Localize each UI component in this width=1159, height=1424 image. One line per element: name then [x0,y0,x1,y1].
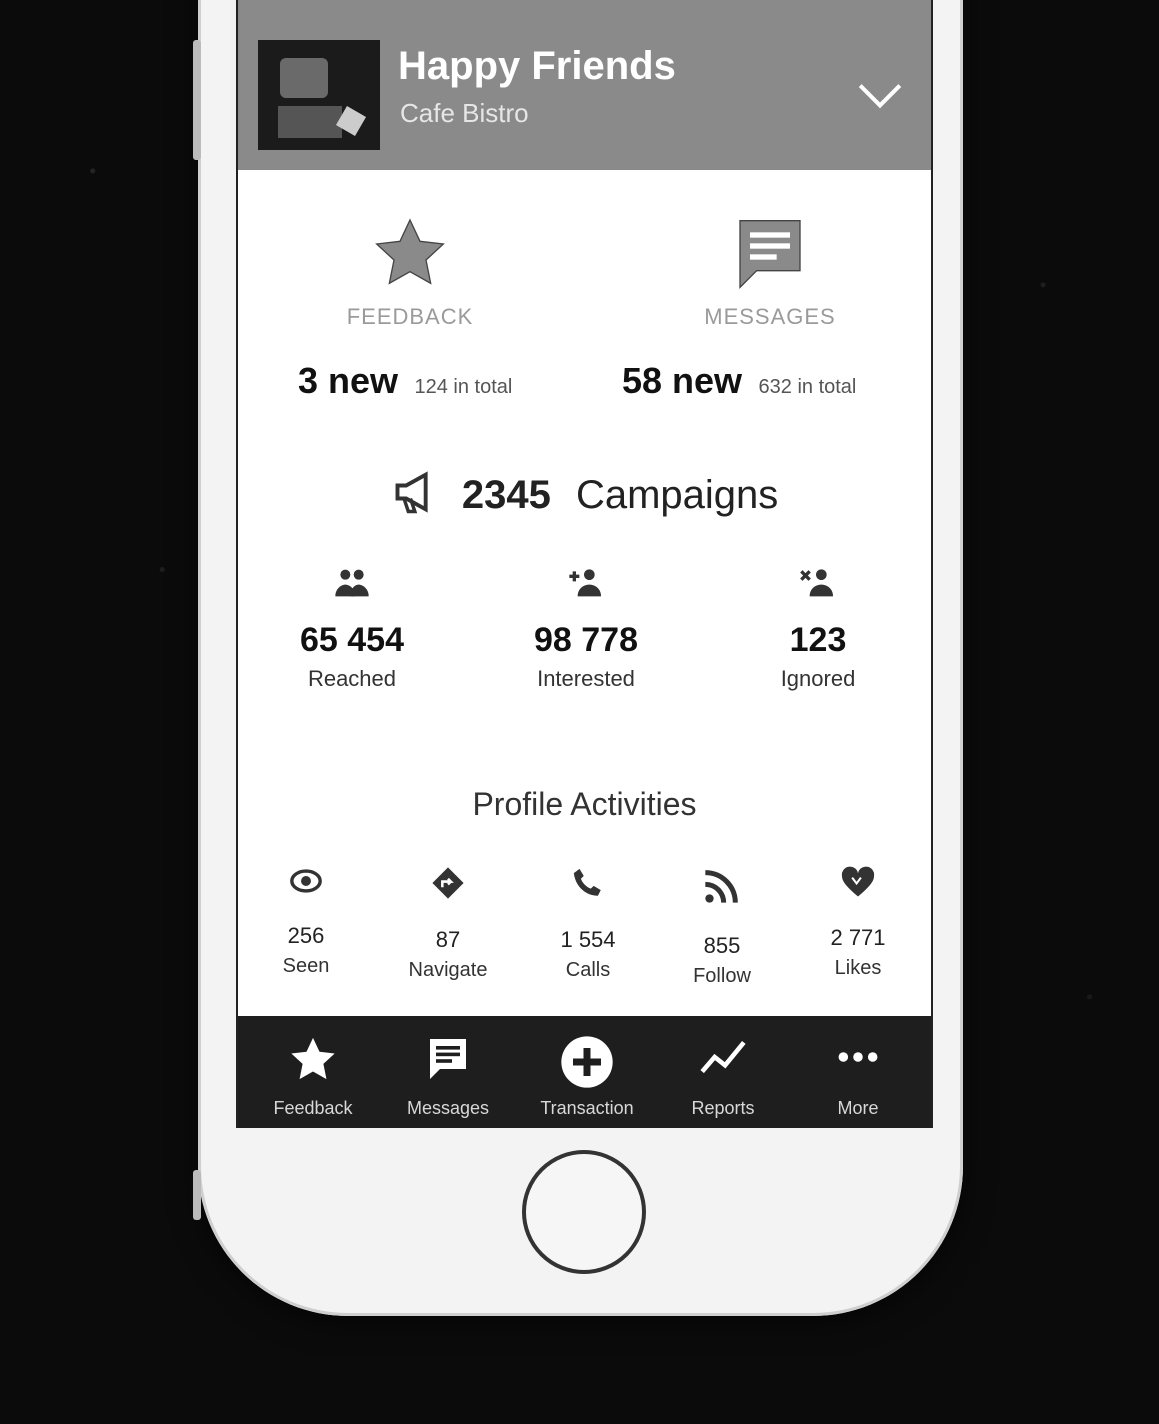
volume-button [193,40,201,160]
seen-value: 256 [287,923,325,948]
rss-icon [705,870,738,903]
messages-stat[interactable]: MESSAGES [690,214,850,330]
more-dots-icon [838,1052,878,1062]
interested-value: 98 778 [534,621,638,659]
reached-value: 65 454 [300,621,404,659]
plus-circle-icon [561,1036,613,1088]
business-title: Happy Friends [398,44,676,88]
feedback-total: 124 in total [414,376,513,398]
tab-more-label: More [837,1098,879,1118]
app-header: Happy Friends Cafe Bistro [238,0,931,170]
tab-feedback-label: Feedback [273,1098,353,1118]
campaigns-label: Campaigns [575,473,779,517]
tab-transaction-label: Transaction [540,1098,634,1118]
reached-label: Reached [307,666,397,691]
messages-total: 632 in total [758,376,857,398]
activity-likes[interactable]: 2 771 Likes [798,866,918,980]
ignored-value: 123 [789,621,847,659]
heart-icon [841,866,875,897]
activity-navigate[interactable]: 87 Navigate [388,866,508,982]
calls-value: 1 554 [560,927,616,952]
chevron-down-icon[interactable] [858,65,902,109]
feedback-new-count: 3 new [298,360,399,401]
app-screen: Happy Friends Cafe Bistro FEEDBACK 3 new… [236,0,933,1128]
feedback-stat[interactable]: FEEDBACK [330,214,490,330]
campaigns-summary[interactable]: 2345 Campaigns [238,468,931,518]
side-button [193,1170,201,1220]
tab-messages-label: Messages [406,1098,490,1118]
follow-value: 855 [703,933,741,958]
metric-reached: 65 454 Reached [252,566,452,692]
message-icon [430,1039,466,1079]
feedback-counts: 3 new 124 in total [298,360,512,402]
navigate-value: 87 [435,927,461,952]
message-icon [739,220,801,289]
seen-label: Seen [282,955,330,977]
interested-label: Interested [537,666,635,691]
group-icon [335,569,369,597]
tab-reports[interactable]: Reports [658,1016,788,1128]
messages-label: MESSAGES [704,304,836,329]
activity-seen[interactable]: 256 Seen [246,866,366,978]
ignored-label: Ignored [780,666,856,691]
likes-value: 2 771 [830,925,886,950]
trend-line-icon [700,1040,746,1074]
campaigns-count: 2345 [461,473,551,517]
megaphone-icon [395,471,428,514]
star-icon [291,1037,335,1080]
add-user-icon [569,569,601,597]
messages-counts: 58 new 632 in total [622,360,856,402]
activity-follow[interactable]: 855 Follow [662,866,782,988]
likes-label: Likes [834,957,882,979]
navigate-label: Navigate [408,959,488,981]
metric-interested: 98 778 Interested [486,566,686,692]
tab-feedback[interactable]: Feedback [248,1016,378,1128]
bottom-tab-bar: Feedback Messages Transaction Reports Mo… [238,1016,931,1128]
tab-reports-label: Reports [691,1098,755,1118]
eye-icon [290,869,322,893]
remove-user-icon [800,569,833,597]
tab-more[interactable]: More [793,1016,923,1128]
tab-transaction[interactable]: Transaction [522,1016,652,1128]
activity-calls[interactable]: 1 554 Calls [528,866,648,982]
tab-messages[interactable]: Messages [383,1016,513,1128]
phone-icon [573,868,601,896]
calls-label: Calls [565,959,611,981]
follow-label: Follow [693,965,751,987]
star-icon [375,218,445,285]
metric-ignored: 123 Ignored [718,566,918,692]
business-subtitle: Cafe Bistro [400,98,529,128]
feedback-label: FEEDBACK [346,304,474,329]
messages-new-count: 58 new [622,360,743,401]
directions-icon [432,867,464,899]
profile-activities-title: Profile Activities [472,786,697,822]
home-button[interactable] [522,1150,646,1274]
business-avatar[interactable] [258,40,380,150]
